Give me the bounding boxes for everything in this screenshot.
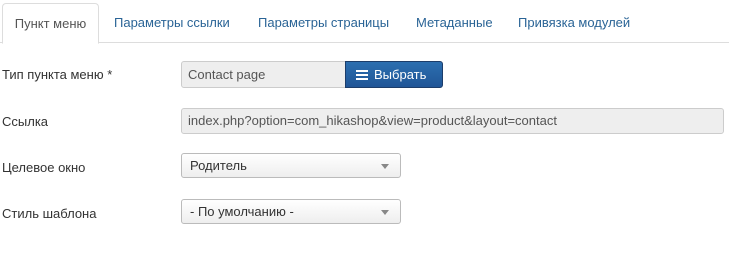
list-icon <box>356 69 368 80</box>
chevron-down-icon <box>381 210 389 215</box>
tab-link-options[interactable]: Параметры ссылки <box>114 3 230 43</box>
tab-menu-item[interactable]: Пункт меню <box>2 3 99 44</box>
menu-item-type-field: Contact page <box>181 61 346 88</box>
template-style-value: - По умолчанию - <box>190 204 294 219</box>
target-window-value: Родитель <box>190 158 247 173</box>
template-style-label: Стиль шаблона <box>2 206 97 221</box>
select-button-label: Выбрать <box>374 67 427 82</box>
select-button[interactable]: Выбрать <box>345 61 443 88</box>
tab-bar: Пункт меню Параметры ссылки Параметры ст… <box>0 0 729 44</box>
chevron-down-icon <box>381 164 389 169</box>
tab-module-assignment[interactable]: Привязка модулей <box>518 3 630 43</box>
template-style-select[interactable]: - По умолчанию - <box>181 199 401 224</box>
link-label: Ссылка <box>2 114 49 129</box>
target-window-label: Целевое окно <box>2 160 86 175</box>
target-window-select[interactable]: Родитель <box>181 153 401 178</box>
tab-metadata[interactable]: Метаданные <box>416 3 493 43</box>
tab-page-display[interactable]: Параметры страницы <box>258 3 389 43</box>
link-field: index.php?option=com_hikashop&view=produ… <box>181 108 724 134</box>
menu-item-type-label: Тип пункта меню * <box>2 67 113 82</box>
